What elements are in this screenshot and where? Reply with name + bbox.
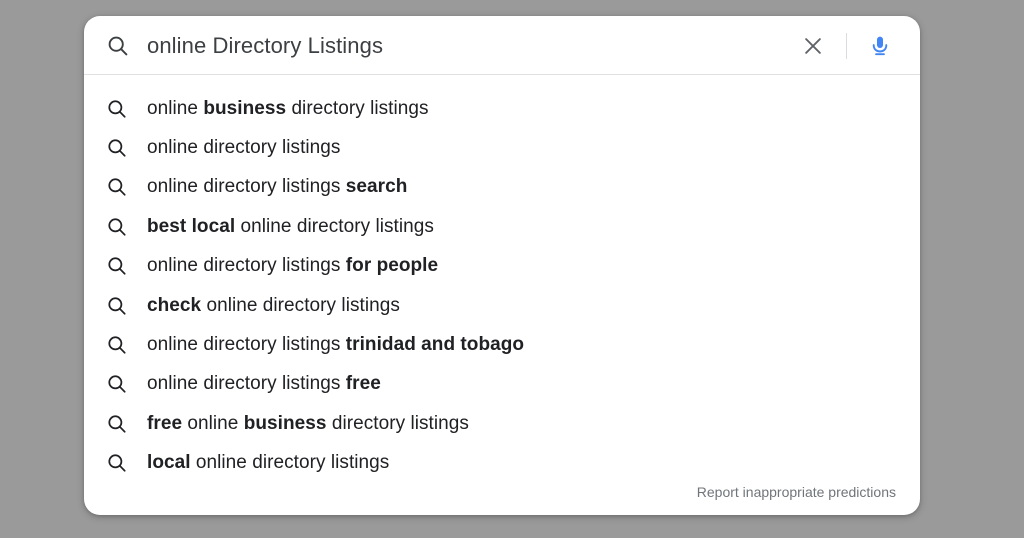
suggestion-label: online directory listings for people — [147, 255, 439, 277]
report-predictions-link[interactable]: Report inappropriate predictions — [697, 483, 896, 501]
clear-search-button[interactable] — [796, 29, 830, 63]
close-icon — [805, 37, 821, 54]
suggestion-row[interactable]: online directory listings search — [84, 168, 920, 207]
suggestion-label: online directory listings — [147, 137, 341, 159]
suggestion-label: check online directory listings — [147, 294, 400, 316]
suggestion-label: best local online directory listings — [147, 215, 434, 237]
search-icon — [106, 34, 130, 58]
search-icon — [106, 452, 128, 474]
search-icon — [106, 176, 128, 198]
suggestion-label: free online business directory listings — [147, 412, 469, 434]
suggestion-label: online directory listings search — [147, 176, 408, 198]
suggestion-row[interactable]: free online business directory listings — [84, 404, 920, 443]
suggestion-row[interactable]: local online directory listings — [84, 444, 920, 483]
suggestion-row[interactable]: online directory listings trinidad and t… — [84, 325, 920, 364]
search-icon — [106, 413, 128, 435]
suggestion-label: local online directory listings — [147, 452, 390, 474]
search-bar: online Directory Listings — [84, 16, 920, 75]
search-input[interactable]: online Directory Listings — [147, 32, 796, 60]
search-icon — [106, 334, 128, 356]
suggestion-label: online business directory listings — [147, 97, 429, 119]
search-icon — [106, 98, 128, 120]
suggestion-row[interactable]: online directory listings — [84, 128, 920, 167]
search-icon — [106, 255, 128, 277]
suggestion-row[interactable]: online directory listings free — [84, 365, 920, 404]
microphone-icon — [872, 36, 888, 55]
search-icon — [106, 216, 128, 238]
search-suggestions-card: online Directory Listings online busines… — [84, 16, 920, 515]
search-icon — [106, 295, 128, 317]
input-divider — [846, 32, 847, 59]
voice-search-button[interactable] — [863, 29, 897, 63]
suggestion-row[interactable]: online business directory listings — [84, 89, 920, 128]
suggestion-row[interactable]: best local online directory listings — [84, 207, 920, 246]
suggestion-row[interactable]: check online directory listings — [84, 286, 920, 325]
suggestion-row[interactable]: online directory listings for people — [84, 247, 920, 286]
suggestion-label: online directory listings free — [147, 373, 381, 395]
suggestion-label: online directory listings trinidad and t… — [147, 334, 525, 356]
suggestion-list: online business directory listings onlin… — [84, 75, 920, 483]
search-icon — [106, 373, 128, 395]
search-icon — [106, 137, 128, 159]
